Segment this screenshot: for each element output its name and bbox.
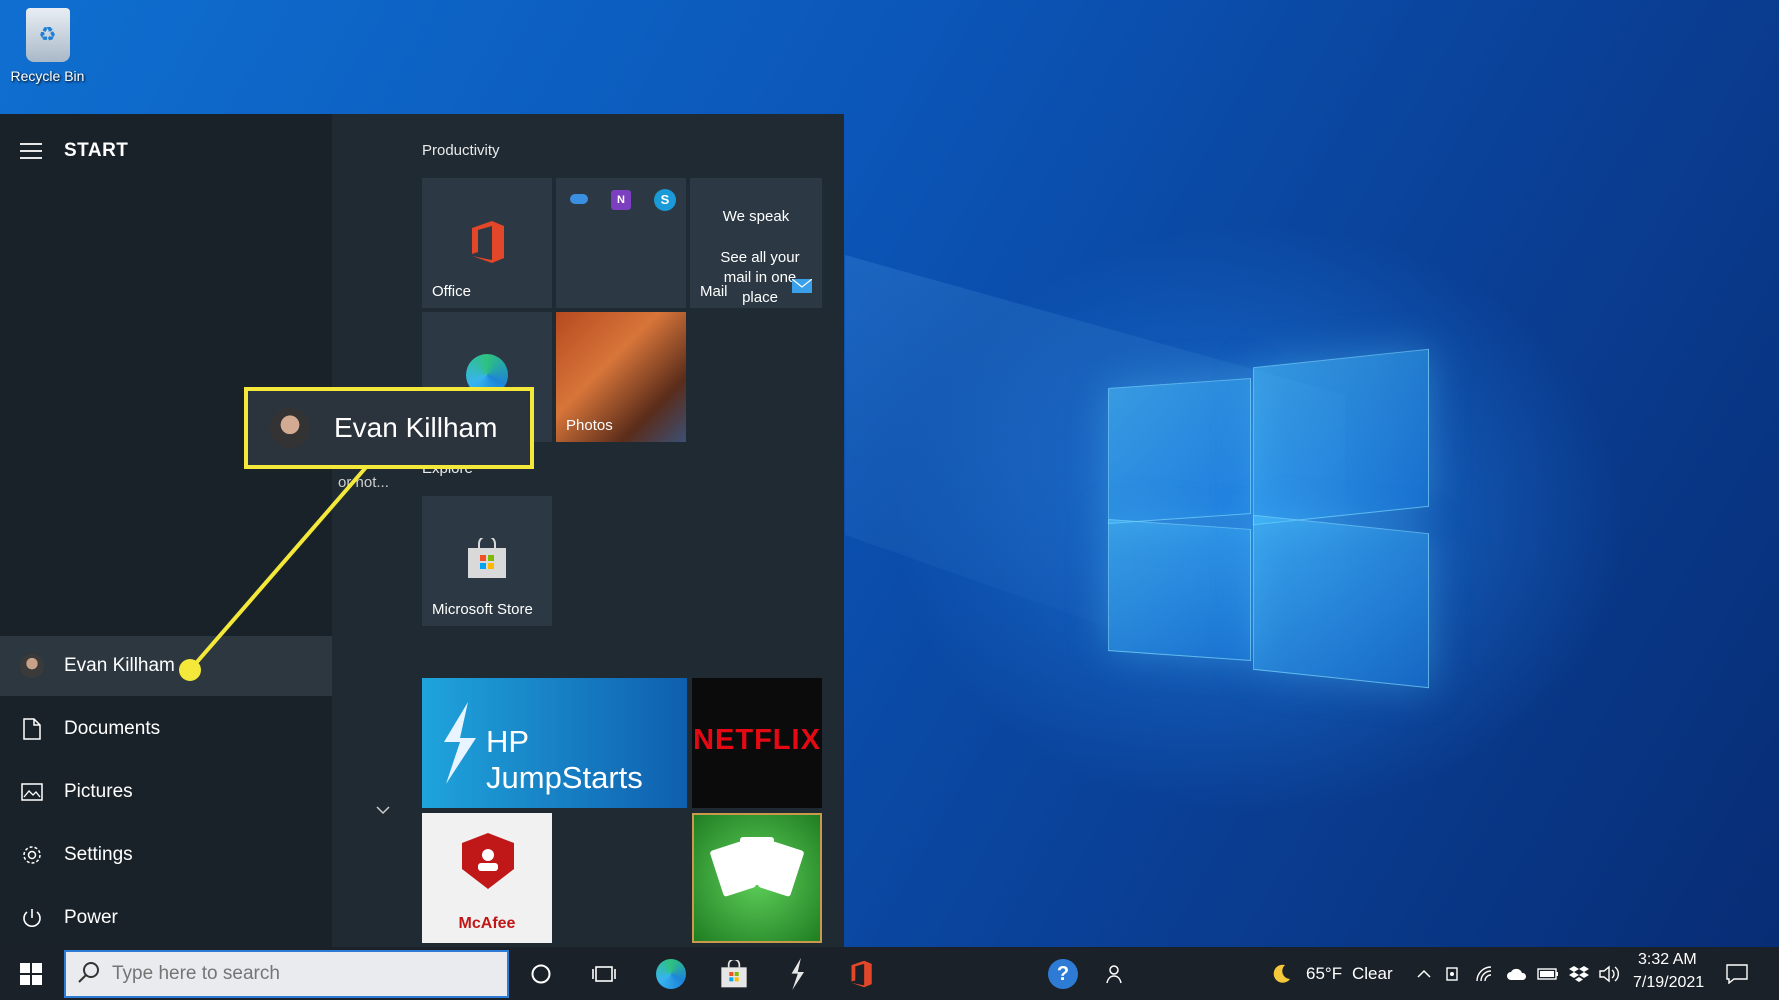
office-logo-icon (468, 220, 506, 269)
start-menu: START Evan Killham Documents Pictures Se… (0, 114, 844, 947)
rail-item-pictures[interactable]: Pictures (0, 762, 332, 822)
notifications-icon[interactable] (1718, 955, 1756, 993)
desktop-icon-label: Recycle Bin (10, 68, 85, 84)
hp-jumpstarts-taskbar-icon[interactable] (778, 955, 816, 993)
tile-solitaire[interactable] (692, 813, 822, 943)
rail-item-power[interactable]: Power (0, 888, 332, 948)
store-bag-icon[interactable] (715, 955, 753, 993)
gear-icon (20, 843, 44, 867)
start-header: START (20, 140, 128, 162)
pictures-icon (20, 780, 44, 804)
volume-icon[interactable] (1591, 955, 1629, 993)
rail-item-label: Power (64, 907, 118, 928)
envelope-icon (791, 278, 813, 298)
tile-label: Mail (700, 283, 728, 300)
windows-logo-pane (1108, 519, 1251, 661)
moon-weather-icon[interactable] (1262, 955, 1300, 993)
rail-item-label: Documents (64, 718, 161, 739)
group-label-productivity: Productivity (422, 142, 500, 159)
tile-mcafee[interactable]: McAfee (422, 813, 552, 943)
tile-netflix[interactable]: NETFLIX (692, 678, 822, 808)
tile-office[interactable]: Office (422, 178, 552, 308)
windows-logo-pane (1108, 378, 1251, 524)
chevron-down-icon[interactable] (376, 802, 390, 820)
start-left-rail: START Evan Killham Documents Pictures Se… (0, 114, 332, 947)
rail-item-documents[interactable]: Documents (0, 699, 332, 759)
help-icon[interactable]: ? (1044, 955, 1082, 993)
clock-time[interactable]: 3:32 AM (1638, 951, 1697, 969)
onedrive-icon (570, 194, 588, 204)
rail-item-label: Pictures (64, 781, 133, 802)
weather-temp[interactable]: 65°F (1306, 964, 1342, 984)
windows-start-icon[interactable] (12, 955, 50, 993)
search-input[interactable] (112, 963, 472, 985)
tile-label: Photos (566, 417, 613, 434)
search-icon (78, 961, 100, 988)
tile-photos[interactable]: Photos (556, 312, 686, 442)
people-icon[interactable] (1097, 955, 1135, 993)
rail-item-user[interactable]: Evan Killham (0, 636, 332, 696)
mcafee-shield-icon (462, 833, 514, 894)
callout-avatar (270, 408, 310, 448)
mail-headline: We speak (722, 208, 790, 225)
office-taskbar-icon[interactable] (842, 955, 880, 993)
rail-item-label: Evan Killham (64, 655, 175, 676)
windows-logo-pane (1253, 514, 1429, 689)
tile-label: Microsoft Store (432, 601, 533, 618)
tile-hp-text: HP JumpStarts (486, 724, 643, 795)
tile-microsoft-store[interactable]: Microsoft Store (422, 496, 552, 626)
taskbar: ? 65°F Clear 3:32 AM 7/19/2021 (0, 947, 1779, 1000)
app-list-fragment: or hot... (338, 474, 389, 491)
mcafee-text: McAfee (458, 915, 516, 932)
tile-office-apps-folder[interactable]: N S (556, 178, 686, 308)
netflix-logo-text: NETFLIX (693, 724, 821, 756)
store-bag-icon (466, 535, 508, 583)
taskbar-search-box[interactable] (64, 950, 509, 998)
onenote-icon: N (611, 190, 631, 210)
weather-condition[interactable]: Clear (1352, 964, 1393, 984)
power-icon (20, 906, 44, 930)
callout-user-name: Evan Killham (334, 412, 498, 443)
tile-mail[interactable]: We speak See all your mail in one place … (690, 178, 822, 308)
rail-item-label: Settings (64, 844, 133, 865)
clock-date[interactable]: 7/19/2021 (1633, 974, 1704, 992)
user-avatar (20, 654, 44, 678)
hamburger-menu-icon[interactable] (20, 143, 42, 159)
skype-icon: S (654, 189, 676, 211)
user-callout: Evan Killham (244, 387, 534, 469)
recycle-bin-icon (25, 8, 70, 62)
document-icon (20, 717, 44, 741)
desktop-icon-recycle-bin[interactable]: Recycle Bin (5, 8, 90, 84)
hp-jumpstarts-logo-icon (438, 702, 478, 789)
edge-browser-icon[interactable] (652, 955, 690, 993)
tile-label: Office (432, 283, 471, 300)
cortana-icon[interactable] (522, 955, 560, 993)
tile-hp-jumpstarts[interactable]: HP JumpStarts (422, 678, 687, 808)
start-title: START (64, 140, 129, 161)
task-view-icon[interactable] (585, 955, 623, 993)
windows-logo-pane (1253, 348, 1429, 526)
rail-item-settings[interactable]: Settings (0, 825, 332, 885)
